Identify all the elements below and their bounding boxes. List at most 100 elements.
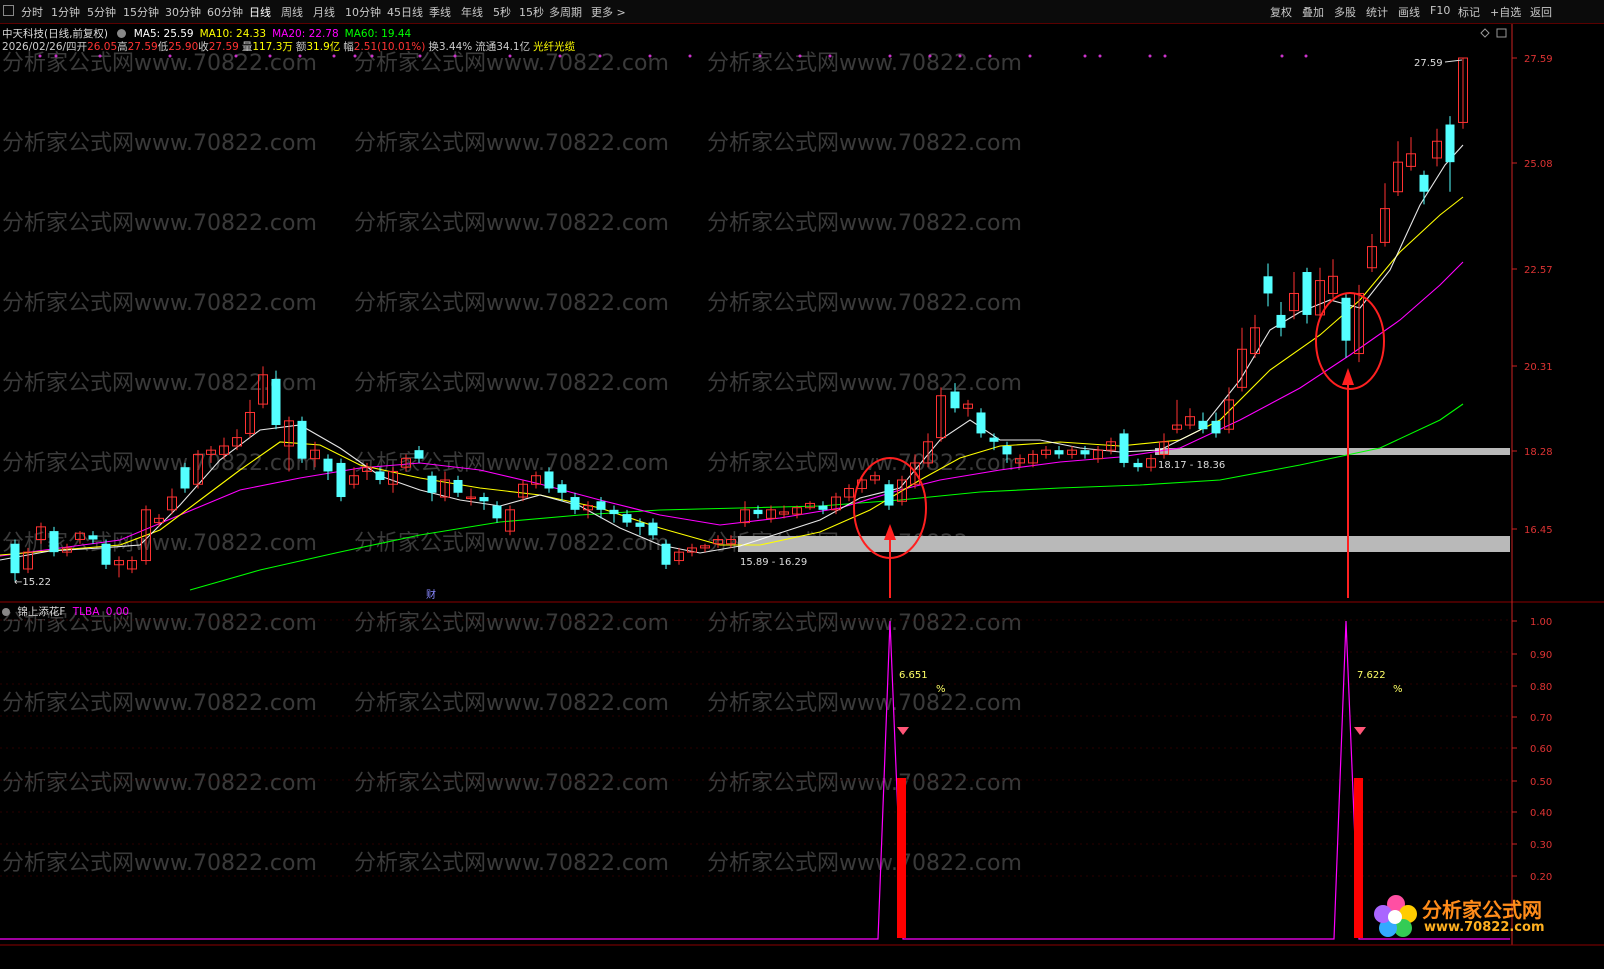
- candle: [427, 471, 437, 502]
- toolbar-action-button[interactable]: 多股: [1334, 4, 1356, 20]
- quote-field: 2.51(10.01%): [353, 41, 426, 53]
- last-price-label: 27.59: [1414, 58, 1443, 69]
- period-tab[interactable]: 周线: [281, 4, 303, 20]
- candle: [1302, 267, 1312, 324]
- period-tab[interactable]: 15分钟: [123, 4, 159, 20]
- period-tab[interactable]: 45日线: [387, 4, 423, 20]
- signal-percent-sign: %: [1393, 684, 1403, 695]
- candle: [1328, 259, 1338, 298]
- support-zone-upper: [1155, 448, 1510, 455]
- quote-line: 2026/02/26/四开26.05高27.59低25.90收27.59 量117…: [2, 39, 575, 54]
- indicator-tick-label: 0.80: [1530, 682, 1552, 693]
- candle-body: [1445, 124, 1455, 163]
- window-icon: [1496, 28, 1507, 38]
- finance-mark: 财: [426, 588, 436, 601]
- watermark-text: 分析家公式网www.70822.com: [354, 611, 669, 636]
- price-tick-label: 16.45: [1524, 525, 1553, 536]
- period-tab[interactable]: 1分钟: [51, 4, 80, 20]
- candle-body: [622, 514, 632, 523]
- period-tab[interactable]: 月线: [313, 4, 335, 20]
- period-tab[interactable]: 多周期: [549, 4, 582, 20]
- candle-body: [271, 378, 281, 426]
- candle: [1250, 314, 1260, 358]
- candle-body: [950, 391, 960, 409]
- watermark-text: 分析家公式网www.70822.com: [2, 691, 317, 716]
- toolbar-action-button[interactable]: F10: [1430, 4, 1450, 17]
- candle-body: [427, 475, 437, 493]
- watermark-text: 分析家公式网www.70822.com: [707, 211, 1022, 236]
- quote-field: 幅: [343, 41, 354, 53]
- period-tab[interactable]: 更多 >: [591, 4, 626, 20]
- indicator-tick-label: 0.50: [1530, 777, 1552, 788]
- indicator-value: 0.00: [105, 606, 130, 618]
- period-tab[interactable]: 15秒: [519, 4, 544, 20]
- toolbar-action-button[interactable]: 复权: [1270, 4, 1292, 20]
- candle: [989, 433, 999, 451]
- zone-range-label: 15.89 - 16.29: [740, 557, 807, 568]
- signal-dot: [453, 54, 457, 58]
- candle: [1341, 293, 1351, 358]
- candle: [1054, 445, 1064, 459]
- signal-dot: [798, 54, 802, 58]
- period-tab[interactable]: 年线: [461, 4, 483, 20]
- indicator-tick-label: 1.00: [1530, 617, 1552, 628]
- signal-dot: [1148, 54, 1152, 58]
- watermark-layer: 分析家公式网www.70822.com 分析家公式网www.70822.com 分析…: [2, 51, 1022, 876]
- period-tab[interactable]: 日线: [249, 4, 271, 20]
- signal-dot: [98, 54, 102, 58]
- toolbar-action-button[interactable]: 标记: [1458, 4, 1480, 20]
- candle-body: [884, 484, 894, 506]
- period-tab[interactable]: 10分钟: [345, 4, 381, 20]
- settings-icon[interactable]: [117, 29, 127, 38]
- period-tab[interactable]: 5秒: [493, 4, 511, 20]
- signal-dot: [332, 54, 336, 58]
- candle: [884, 479, 894, 510]
- candle: [453, 475, 463, 498]
- period-tab[interactable]: 60分钟: [207, 4, 243, 20]
- candle: [818, 501, 828, 515]
- toolbar-action-button[interactable]: 统计: [1366, 4, 1388, 20]
- ma60-line: [189, 403, 1464, 591]
- signal-dot: [928, 54, 932, 58]
- toolbar-action-button[interactable]: 叠加: [1302, 4, 1324, 20]
- candle: [609, 505, 619, 523]
- toolbar-action-button[interactable]: 返回: [1530, 4, 1552, 20]
- indicator-tick-label: 0.40: [1530, 808, 1552, 819]
- period-tab[interactable]: 分时: [21, 4, 43, 20]
- watermark-text: 分析家公式网www.70822.com: [2, 851, 317, 876]
- watermark-text: 分析家公式网www.70822.com: [354, 771, 669, 796]
- watermark-text: 分析家公式网www.70822.com: [2, 531, 317, 556]
- signal-bar: [897, 778, 906, 938]
- candle: [557, 479, 567, 502]
- candle-body: [479, 497, 489, 502]
- candle: [831, 492, 841, 515]
- indicator-settings-icon[interactable]: [2, 608, 10, 616]
- signal-dot: [54, 54, 58, 58]
- quote-field: 开: [76, 41, 88, 53]
- period-tab[interactable]: 季线: [429, 4, 451, 20]
- quote-field: 收: [198, 41, 209, 53]
- candle-body: [753, 509, 763, 515]
- quote-field: 额: [295, 41, 307, 53]
- toolbar-action-button[interactable]: +自选: [1490, 4, 1521, 20]
- chart-canvas[interactable]: 分析家公式网www.70822.com 分析家公式网www.70822.com 分析…: [0, 0, 1604, 969]
- candle: [1445, 116, 1455, 192]
- diamond-icon: [1480, 28, 1490, 38]
- menu-icon[interactable]: [3, 5, 14, 16]
- candle-body: [453, 479, 463, 493]
- watermark-text: 分析家公式网www.70822.com: [2, 291, 317, 316]
- toolbar-action-button[interactable]: 画线: [1398, 4, 1420, 20]
- signal-dot: [508, 54, 512, 58]
- period-tab[interactable]: 30分钟: [165, 4, 201, 20]
- signal-dot: [758, 54, 762, 58]
- signal-percent: 6.651: [899, 670, 928, 681]
- candle: [792, 505, 802, 519]
- quote-field: 31.9亿: [306, 41, 341, 53]
- period-toolbar: 分时 1分钟 5分钟 15分钟 30分钟 60分钟 日线 周线 月线 10分钟 45日线 季线 年线 5秒…: [0, 0, 1604, 24]
- candle: [740, 501, 750, 527]
- period-tab[interactable]: 5分钟: [87, 4, 116, 20]
- candle-body: [1054, 450, 1064, 455]
- watermark-text: 分析家公式网www.70822.com: [707, 131, 1022, 156]
- indicator-tick-label: 0.30: [1530, 840, 1552, 851]
- indicator-title: 锦上添花F: [17, 606, 66, 618]
